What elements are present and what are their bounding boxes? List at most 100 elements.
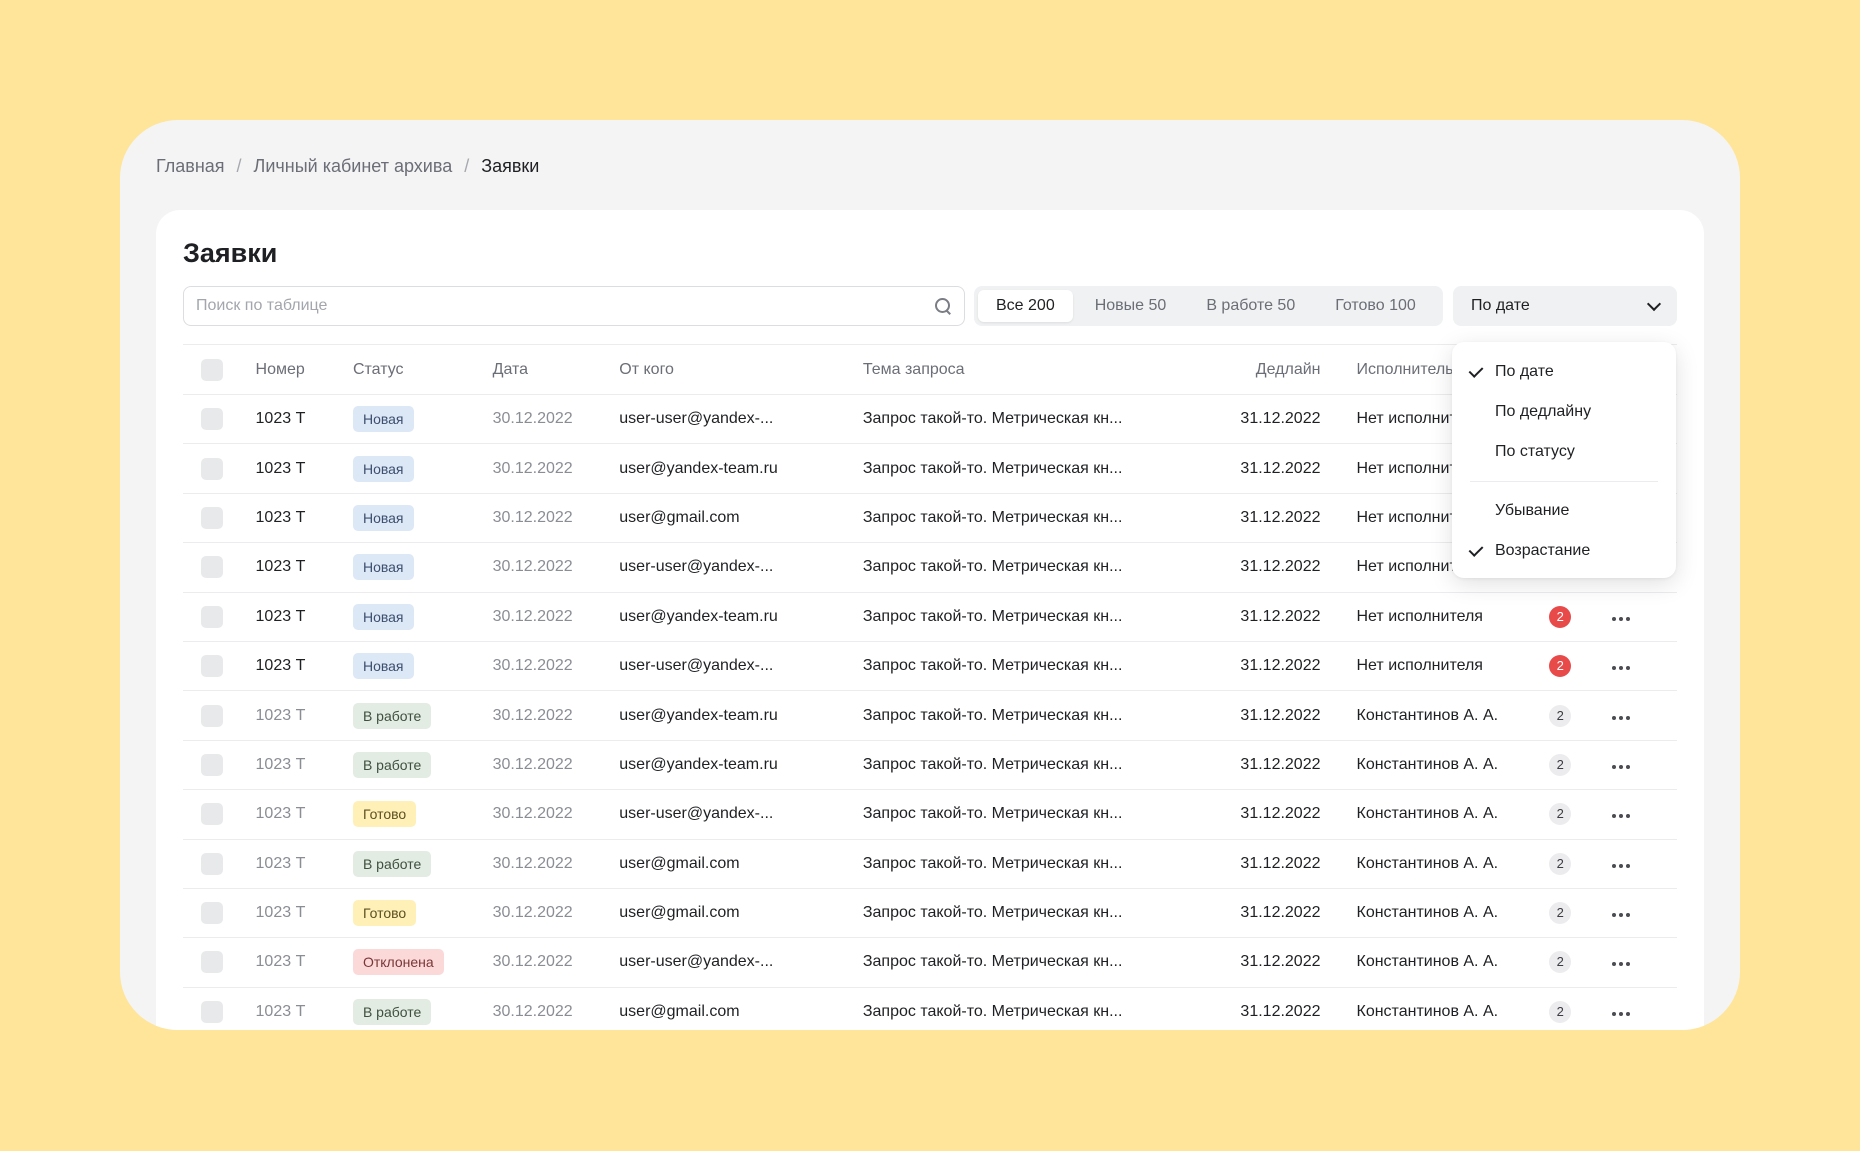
breadcrumb-current: Заявки bbox=[481, 156, 540, 176]
row-checkbox[interactable] bbox=[201, 852, 223, 875]
table-row[interactable]: 1023 Т Готово 30.12.2022 user@gmail.com Запр… bbox=[183, 888, 1677, 939]
chevron-down-icon bbox=[1646, 296, 1662, 311]
table-row[interactable]: 1023 ТВ работе 30.12.2022 user@yandex-team… bbox=[183, 740, 1677, 791]
more-dots-icon[interactable] bbox=[1611, 962, 1630, 967]
comment-count-badge: 2 bbox=[1549, 852, 1572, 875]
row-checkbox[interactable] bbox=[201, 408, 223, 431]
tab-all[interactable]: Все 200 bbox=[978, 290, 1073, 322]
row-checkbox[interactable] bbox=[201, 506, 223, 529]
search-input[interactable] bbox=[196, 297, 934, 315]
row-executor: Константинов А. А. bbox=[1356, 690, 1550, 741]
row-number: 1023 Т bbox=[255, 937, 353, 988]
header-topic[interactable]: Тема запроса bbox=[862, 344, 1208, 395]
more-dots-icon[interactable] bbox=[1611, 913, 1630, 918]
tab-in-progress[interactable]: В работе 50 bbox=[1188, 290, 1313, 322]
row-count-cell: 2 bbox=[1549, 937, 1612, 988]
row-checkbox[interactable] bbox=[201, 457, 223, 480]
row-deadline: 31.12.2022 bbox=[1207, 443, 1357, 494]
page-title: Заявки bbox=[183, 238, 278, 268]
row-checkbox[interactable] bbox=[201, 803, 223, 826]
sort-direction-ascending[interactable]: Возрастание bbox=[1452, 531, 1676, 571]
header-status[interactable]: Статус bbox=[352, 344, 493, 395]
row-select-cell bbox=[183, 839, 256, 889]
row-number: 1023 Т bbox=[255, 443, 353, 494]
table-row[interactable]: 1023 ТВ работе 30.12.2022 user@gmail.com За… bbox=[183, 839, 1677, 889]
more-dots-icon[interactable] bbox=[1611, 715, 1630, 720]
row-count-cell: 2 bbox=[1549, 789, 1612, 840]
sort-option-by-deadline[interactable]: По дедлайну bbox=[1452, 392, 1676, 432]
breadcrumb-home[interactable]: Главная bbox=[156, 156, 225, 177]
table-row[interactable]: 1023 ТВ работе 30.12.2022 user@gmail.com За… bbox=[183, 987, 1677, 1030]
more-dots-icon[interactable] bbox=[1611, 814, 1630, 819]
row-checkbox[interactable] bbox=[201, 902, 223, 925]
more-dots-icon[interactable] bbox=[1611, 666, 1630, 671]
header-date[interactable]: Дата bbox=[492, 344, 620, 395]
row-actions-cell bbox=[1611, 937, 1677, 988]
row-select-cell bbox=[183, 690, 256, 741]
row-number: 1023 Т bbox=[255, 690, 353, 741]
row-from: user@yandex-team.ru bbox=[619, 740, 863, 791]
row-status-cell: Отклонена bbox=[352, 937, 493, 988]
more-dots-icon[interactable] bbox=[1611, 863, 1630, 868]
header-deadline[interactable]: Дедлайн bbox=[1207, 344, 1357, 395]
row-checkbox[interactable] bbox=[201, 605, 223, 628]
more-dots-icon[interactable] bbox=[1611, 764, 1630, 769]
row-date: 30.12.2022 bbox=[492, 789, 620, 840]
search-icon[interactable] bbox=[934, 297, 952, 315]
row-status-cell: Новая bbox=[352, 641, 493, 692]
more-dots-icon[interactable] bbox=[1611, 616, 1630, 621]
table-row[interactable]: 1023 ТВ работе 30.12.2022 user@yandex-team… bbox=[183, 690, 1677, 741]
row-date: 30.12.2022 bbox=[492, 740, 620, 791]
row-topic: Запрос такой-то. Метрическая кн... bbox=[862, 394, 1208, 445]
row-select-cell bbox=[183, 592, 256, 642]
row-checkbox[interactable] bbox=[201, 556, 223, 579]
table-row[interactable]: 1023 Т Новая 30.12.2022 user-user@yandex-..… bbox=[183, 641, 1677, 692]
row-executor: Нет исполнителя bbox=[1356, 592, 1550, 642]
row-topic: Запрос такой-то. Метрическая кн... bbox=[862, 592, 1208, 642]
search-field[interactable] bbox=[183, 286, 965, 326]
sort-dropdown: По дате По дедлайну По статусу Убывание … bbox=[1452, 342, 1676, 578]
row-status-cell: Новая bbox=[352, 592, 493, 642]
row-topic: Запрос такой-то. Метрическая кн... bbox=[862, 690, 1208, 741]
select-all-checkbox[interactable] bbox=[201, 358, 223, 381]
more-dots-icon[interactable] bbox=[1611, 1011, 1630, 1016]
breadcrumb-archive-cabinet[interactable]: Личный кабинет архива bbox=[254, 156, 453, 177]
breadcrumb-separator: / bbox=[464, 156, 470, 176]
tab-done[interactable]: Готово 100 bbox=[1317, 290, 1434, 322]
row-from: user@gmail.com bbox=[619, 987, 863, 1030]
sort-select-value: По дате bbox=[1471, 297, 1530, 314]
row-select-cell bbox=[183, 888, 256, 939]
header-from[interactable]: От кого bbox=[619, 344, 863, 395]
row-number: 1023 Т bbox=[255, 493, 353, 544]
row-number: 1023 Т bbox=[255, 394, 353, 445]
row-from: user@gmail.com bbox=[619, 839, 863, 889]
row-status-cell: Новая bbox=[352, 394, 493, 445]
sort-option-label: По дедлайну bbox=[1495, 403, 1592, 420]
row-checkbox[interactable] bbox=[201, 951, 223, 974]
row-deadline: 31.12.2022 bbox=[1207, 888, 1357, 939]
sort-select[interactable]: По дате bbox=[1453, 286, 1677, 326]
row-deadline: 31.12.2022 bbox=[1207, 937, 1357, 988]
table-row[interactable]: 1023 Т Новая 30.12.2022 user@yandex-team.ru… bbox=[183, 592, 1677, 642]
row-select-cell bbox=[183, 394, 256, 445]
row-checkbox[interactable] bbox=[201, 753, 223, 776]
table-row[interactable]: 1023 Т Готово 30.12.2022 user-user@yandex-.… bbox=[183, 789, 1677, 840]
row-status-cell: Новая bbox=[352, 493, 493, 544]
sort-option-label: По статусу bbox=[1495, 443, 1575, 460]
status-badge: Новая bbox=[352, 406, 414, 433]
sort-direction-label: Убывание bbox=[1495, 502, 1570, 519]
header-number[interactable]: Номер bbox=[255, 344, 353, 395]
tab-new[interactable]: Новые 50 bbox=[1077, 290, 1185, 322]
row-checkbox[interactable] bbox=[201, 1000, 223, 1023]
status-badge: В работе bbox=[352, 850, 432, 877]
sort-option-by-status[interactable]: По статусу bbox=[1452, 432, 1676, 472]
row-checkbox[interactable] bbox=[201, 655, 223, 678]
row-date: 30.12.2022 bbox=[492, 641, 620, 692]
row-status-cell: В работе bbox=[352, 740, 493, 791]
row-date: 30.12.2022 bbox=[492, 987, 620, 1030]
row-checkbox[interactable] bbox=[201, 704, 223, 727]
sort-option-by-date[interactable]: По дате bbox=[1452, 352, 1676, 392]
row-number: 1023 Т bbox=[255, 542, 353, 593]
sort-direction-descending[interactable]: Убывание bbox=[1452, 491, 1676, 531]
table-row[interactable]: 1023 Т Отклонена 30.12.2022 user-user@yande… bbox=[183, 937, 1677, 988]
